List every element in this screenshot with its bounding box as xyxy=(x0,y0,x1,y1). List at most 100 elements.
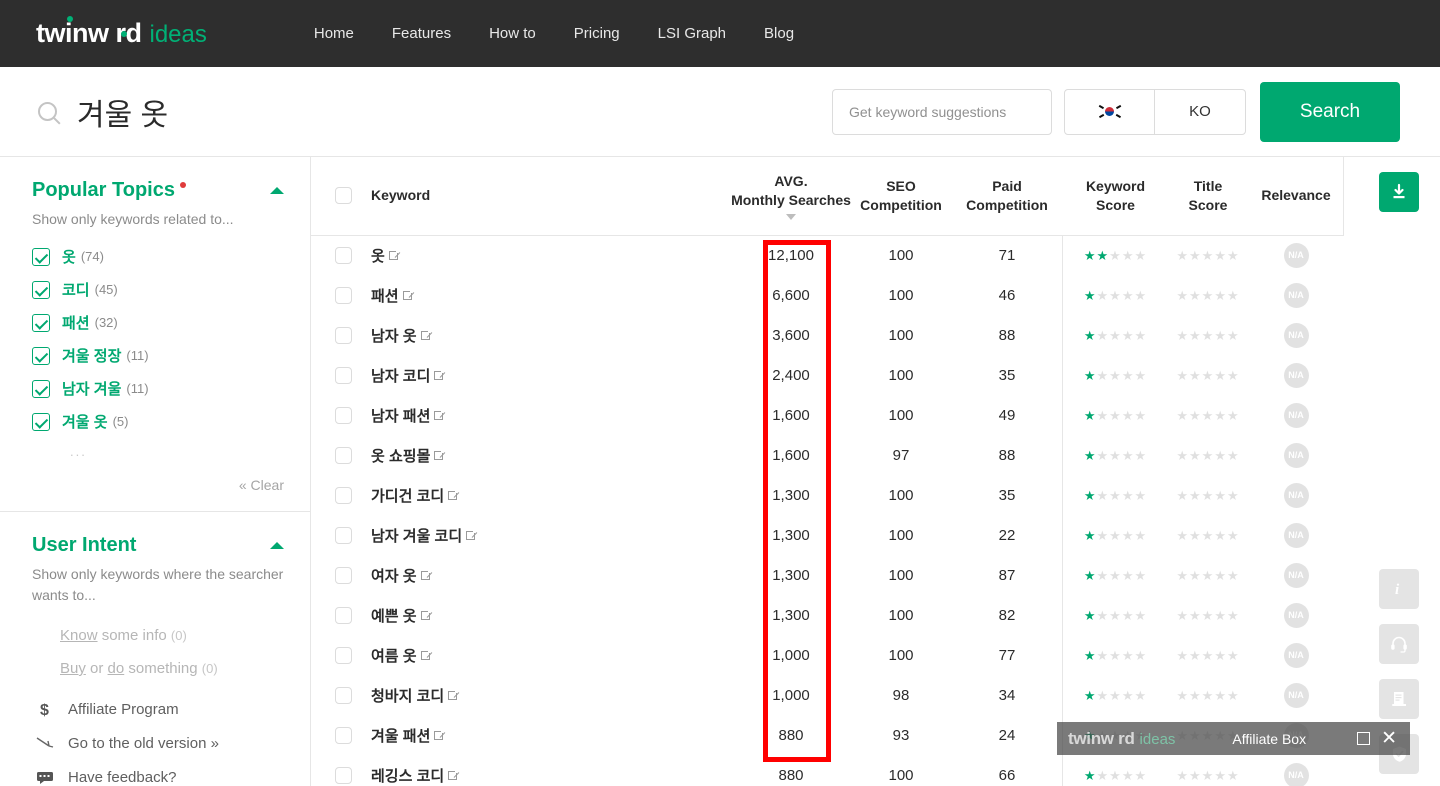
link-old-version[interactable]: Go to the old version » xyxy=(32,735,284,752)
row-checkbox[interactable] xyxy=(335,527,352,544)
column-header-seo-competition[interactable]: SEO Competition xyxy=(851,157,951,235)
topic-checkbox-1[interactable] xyxy=(32,281,50,299)
column-header-avg-monthly-searches[interactable]: AVG. Monthly Searches xyxy=(731,157,851,235)
topic-checkbox-5[interactable] xyxy=(32,413,50,431)
search-query-group[interactable]: 겨울 옷 xyxy=(38,90,168,134)
language-code[interactable]: KO xyxy=(1155,90,1245,134)
external-link-icon[interactable] xyxy=(421,651,430,660)
caret-up-icon-popular-topics[interactable] xyxy=(270,187,284,194)
topic-checkbox-2[interactable] xyxy=(32,314,50,332)
column-header-paid-competition[interactable]: Paid Competition xyxy=(951,157,1063,235)
table-row[interactable]: 패션6,60010046★★★★★★★★★★N/A xyxy=(311,275,1344,315)
search-button[interactable]: Search xyxy=(1260,82,1400,142)
nav-item-blog[interactable]: Blog xyxy=(745,19,813,48)
column-header-title-score[interactable]: Title Score xyxy=(1168,157,1248,235)
topic-filter-5[interactable]: 겨울 옷 (5) xyxy=(32,411,284,432)
nav-item-features[interactable]: Features xyxy=(373,19,470,48)
table-row[interactable]: 레깅스 코디88010066★★★★★★★★★★N/A xyxy=(311,755,1344,786)
info-button[interactable]: i xyxy=(1379,569,1419,609)
site-logo[interactable]: twinw rd ideas xyxy=(36,18,207,49)
external-link-icon[interactable] xyxy=(403,291,412,300)
row-checkbox[interactable] xyxy=(335,647,352,664)
topics-more-indicator[interactable]: ... xyxy=(70,444,284,459)
row-checkbox[interactable] xyxy=(335,407,352,424)
nav-item-lsi-graph[interactable]: LSI Graph xyxy=(639,19,745,48)
kr-flag-icon[interactable] xyxy=(1065,90,1155,134)
cell-relevance: N/A xyxy=(1248,595,1344,635)
keyword-suggestion-field[interactable] xyxy=(832,89,1052,135)
column-header-keyword-score[interactable]: Keyword Score xyxy=(1063,157,1168,235)
topic-filter-1[interactable]: 코디 (45) xyxy=(32,279,284,300)
external-link-icon[interactable] xyxy=(421,331,430,340)
news-button[interactable] xyxy=(1379,679,1419,719)
affiliate-box-widget[interactable]: twinw rd ideas Affiliate Box ✕ xyxy=(1057,722,1410,755)
row-checkbox[interactable] xyxy=(335,287,352,304)
external-link-icon[interactable] xyxy=(434,411,443,420)
row-checkbox[interactable] xyxy=(335,487,352,504)
select-all-checkbox[interactable] xyxy=(335,187,352,204)
table-row[interactable]: 남자 옷3,60010088★★★★★★★★★★N/A xyxy=(311,315,1344,355)
nav-item-home[interactable]: Home xyxy=(295,19,373,48)
intent-option-know[interactable]: Know some info (0) xyxy=(60,627,284,644)
external-link-icon[interactable] xyxy=(466,531,475,540)
external-link-icon[interactable] xyxy=(421,571,430,580)
topic-checkbox-4[interactable] xyxy=(32,380,50,398)
support-button[interactable] xyxy=(1379,624,1419,664)
search-input[interactable] xyxy=(849,104,1035,120)
external-link-icon[interactable] xyxy=(434,731,443,740)
caret-up-icon-user-intent[interactable] xyxy=(270,542,284,549)
search-query-text[interactable]: 겨울 옷 xyxy=(77,90,168,134)
logo-dot-middle-icon xyxy=(121,31,127,37)
intent-buy-count: (0) xyxy=(202,661,218,676)
external-link-icon[interactable] xyxy=(448,691,457,700)
row-checkbox[interactable] xyxy=(335,567,352,584)
table-row[interactable]: 가디건 코디1,30010035★★★★★★★★★★N/A xyxy=(311,475,1344,515)
cell-keyword-score: ★★★★★ xyxy=(1063,355,1168,395)
column-header-keyword[interactable]: Keyword xyxy=(311,157,731,235)
table-row[interactable]: 예쁜 옷1,30010082★★★★★★★★★★N/A xyxy=(311,595,1344,635)
table-row[interactable]: 남자 겨울 코디1,30010022★★★★★★★★★★N/A xyxy=(311,515,1344,555)
link-affiliate-program[interactable]: $ Affiliate Program xyxy=(32,701,284,718)
external-link-icon[interactable] xyxy=(434,371,443,380)
table-row[interactable]: 옷 쇼핑몰1,6009788★★★★★★★★★★N/A xyxy=(311,435,1344,475)
sort-descending-icon[interactable] xyxy=(786,214,796,220)
avg-header-line2: Monthly Searches xyxy=(731,191,851,210)
table-row[interactable]: 여름 옷1,00010077★★★★★★★★★★N/A xyxy=(311,635,1344,675)
topic-filter-2[interactable]: 패션 (32) xyxy=(32,312,284,333)
topic-filter-4[interactable]: 남자 겨울 (11) xyxy=(32,378,284,399)
table-row[interactable]: 남자 코디2,40010035★★★★★★★★★★N/A xyxy=(311,355,1344,395)
table-row[interactable]: 옷12,10010071★★★★★★★★★★N/A xyxy=(311,235,1344,275)
table-row[interactable]: 남자 패션1,60010049★★★★★★★★★★N/A xyxy=(311,395,1344,435)
row-checkbox[interactable] xyxy=(335,687,352,704)
window-maximize-icon[interactable] xyxy=(1357,732,1370,745)
affiliate-box-actions: ✕ xyxy=(1357,729,1397,748)
row-checkbox[interactable] xyxy=(335,247,352,264)
topic-filter-0[interactable]: 옷 (74) xyxy=(32,246,284,267)
external-link-icon[interactable] xyxy=(421,611,430,620)
nav-item-how-to[interactable]: How to xyxy=(470,19,555,48)
column-header-relevance[interactable]: Relevance xyxy=(1248,157,1344,235)
popular-topics-title-text: Popular Topics xyxy=(32,179,175,201)
external-link-icon[interactable] xyxy=(389,251,398,260)
external-link-icon[interactable] xyxy=(448,491,457,500)
topic-filter-3[interactable]: 겨울 정장 (11) xyxy=(32,345,284,366)
row-checkbox[interactable] xyxy=(335,327,352,344)
nav-item-pricing[interactable]: Pricing xyxy=(555,19,639,48)
topic-checkbox-0[interactable] xyxy=(32,248,50,266)
external-link-icon[interactable] xyxy=(448,771,457,780)
row-checkbox[interactable] xyxy=(335,367,352,384)
intent-option-buy[interactable]: Buy or do something (0) xyxy=(60,660,284,677)
row-checkbox[interactable] xyxy=(335,767,352,784)
clear-filters-link[interactable]: « Clear xyxy=(32,477,284,493)
row-checkbox[interactable] xyxy=(335,447,352,464)
table-row[interactable]: 청바지 코디1,0009834★★★★★★★★★★N/A xyxy=(311,675,1344,715)
link-feedback[interactable]: Have feedback? xyxy=(32,769,284,786)
table-row[interactable]: 여자 옷1,30010087★★★★★★★★★★N/A xyxy=(311,555,1344,595)
row-checkbox[interactable] xyxy=(335,607,352,624)
relevance-na-badge: N/A xyxy=(1284,323,1309,348)
topic-checkbox-3[interactable] xyxy=(32,347,50,365)
row-checkbox[interactable] xyxy=(335,727,352,744)
download-button[interactable] xyxy=(1379,172,1419,212)
external-link-icon[interactable] xyxy=(434,451,443,460)
close-icon[interactable]: ✕ xyxy=(1381,729,1397,748)
